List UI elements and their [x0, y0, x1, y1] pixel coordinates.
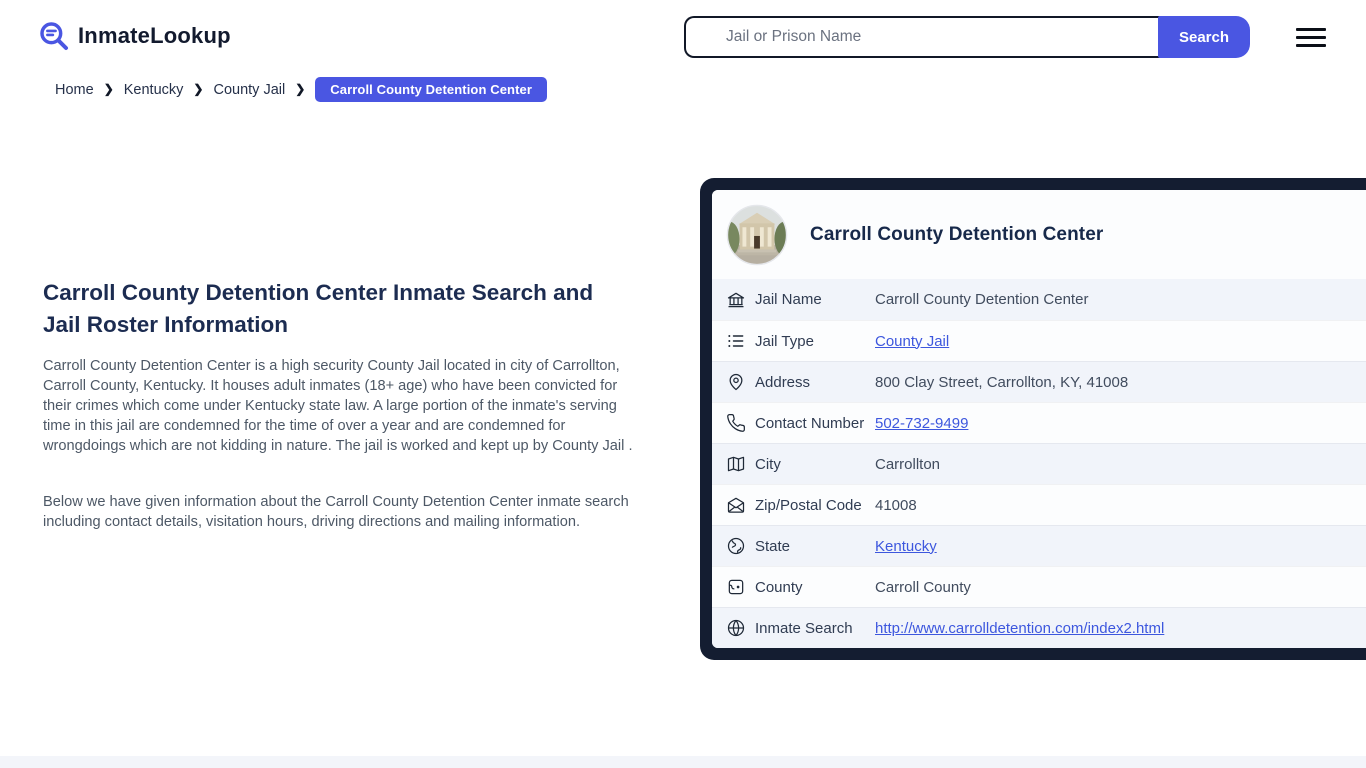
envelope-icon	[726, 495, 746, 515]
breadcrumb-county-jail[interactable]: County Jail	[213, 82, 285, 98]
jail-info-row: StateKentucky	[712, 525, 1366, 566]
row-value-link[interactable]: http://www.carrolldetention.com/index2.h…	[875, 620, 1164, 637]
breadcrumb-kentucky[interactable]: Kentucky	[124, 82, 184, 98]
row-label: Jail Name	[755, 291, 875, 308]
site-search: Search	[684, 16, 1250, 58]
row-label: Address	[755, 374, 875, 391]
jail-info-row: CountyCarroll County	[712, 566, 1366, 607]
row-value: Carroll County Detention Center	[875, 291, 1088, 308]
jail-info-row: Address800 Clay Street, Carrollton, KY, …	[712, 361, 1366, 402]
jail-card-header: Carroll County Detention Center	[712, 190, 1366, 279]
row-value: 800 Clay Street, Carrollton, KY, 41008	[875, 374, 1128, 391]
jail-info-card: Carroll County Detention Center Jail Nam…	[700, 178, 1366, 660]
row-value-link[interactable]: 502-732-9499	[875, 415, 968, 432]
jail-info-row: Contact Number502-732-9499	[712, 402, 1366, 443]
footer-strip	[0, 756, 1366, 768]
row-value: Carroll County	[875, 579, 971, 596]
breadcrumb: Home ❯ Kentucky ❯ County Jail ❯ Carroll …	[55, 77, 547, 102]
flag-icon	[726, 577, 746, 597]
jail-photo	[726, 204, 788, 266]
row-label: State	[755, 538, 875, 555]
list-icon	[726, 331, 746, 351]
breadcrumb-current: Carroll County Detention Center	[315, 77, 547, 102]
row-label: Jail Type	[755, 333, 875, 350]
info-paragraph: Below we have given information about th…	[43, 492, 635, 532]
jail-card-title: Carroll County Detention Center	[810, 224, 1103, 246]
jail-info-row: Zip/Postal Code41008	[712, 484, 1366, 525]
jail-info-row: Inmate Searchhttp://www.carrolldetention…	[712, 607, 1366, 648]
row-label: City	[755, 456, 875, 473]
globe-americas-icon	[726, 536, 746, 556]
row-label: Zip/Postal Code	[755, 497, 875, 514]
map-icon	[726, 454, 746, 474]
row-label: County	[755, 579, 875, 596]
row-value: 41008	[875, 497, 917, 514]
brand-name: InmateLookup	[78, 23, 231, 49]
row-value-link[interactable]: County Jail	[875, 333, 949, 350]
chevron-right-icon: ❯	[295, 82, 305, 96]
phone-icon	[726, 413, 746, 433]
intro-paragraph: Carroll County Detention Center is a hig…	[43, 356, 635, 456]
row-value-link[interactable]: Kentucky	[875, 538, 937, 555]
search-input[interactable]	[684, 16, 1160, 58]
search-button[interactable]: Search	[1158, 16, 1250, 58]
magnifier-logo-icon	[38, 20, 70, 52]
row-value: Carrollton	[875, 456, 940, 473]
jail-info-row: Jail TypeCounty Jail	[712, 320, 1366, 361]
bank-icon	[726, 290, 746, 310]
chevron-right-icon: ❯	[193, 82, 203, 96]
map-pin-icon	[726, 372, 746, 392]
brand-logo[interactable]: InmateLookup	[38, 20, 231, 52]
breadcrumb-home[interactable]: Home	[55, 82, 94, 98]
jail-info-table: Jail NameCarroll County Detention Center…	[712, 279, 1366, 648]
jail-info-row: CityCarrollton	[712, 443, 1366, 484]
row-label: Inmate Search	[755, 620, 875, 637]
menu-icon[interactable]	[1296, 28, 1326, 47]
page-title: Carroll County Detention Center Inmate S…	[43, 277, 599, 341]
jail-info-row: Jail NameCarroll County Detention Center	[712, 279, 1366, 320]
globe-icon	[726, 618, 746, 638]
chevron-right-icon: ❯	[104, 82, 114, 96]
row-label: Contact Number	[755, 415, 875, 432]
